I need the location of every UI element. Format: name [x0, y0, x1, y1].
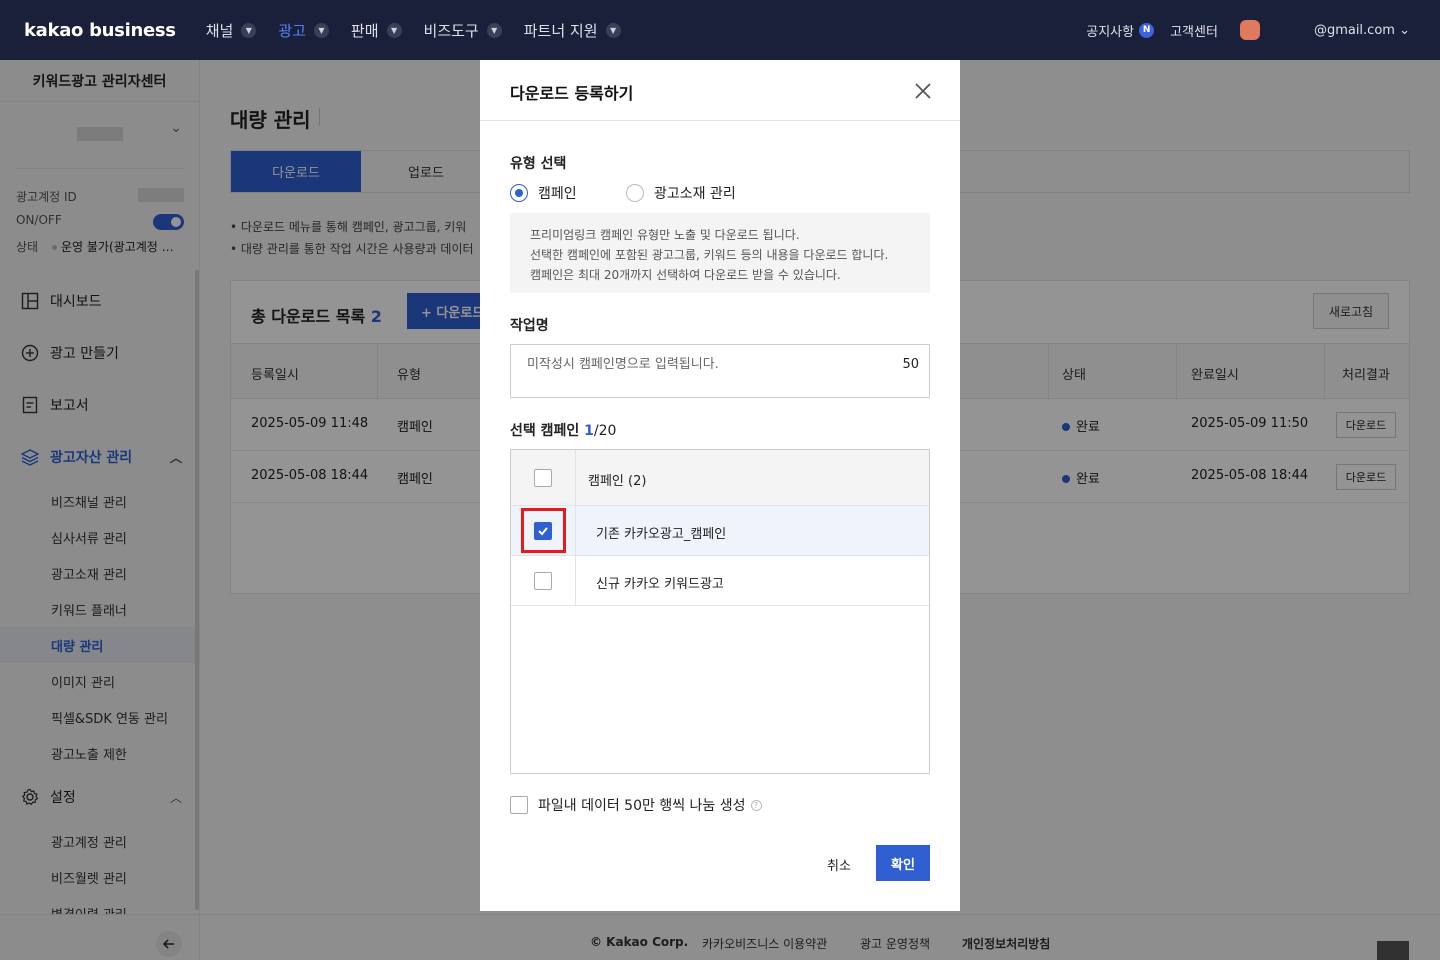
- modal-title: 다운로드 등록하기: [510, 84, 634, 103]
- notice-link[interactable]: 공지사항 N: [1086, 21, 1155, 40]
- chevron-down-icon: ▼: [313, 22, 329, 38]
- chevron-down-icon: ▼: [241, 22, 257, 38]
- chevron-down-icon: ▼: [605, 22, 621, 38]
- job-name-input[interactable]: 미작성시 캠페인명으로 입력됩니다. 50: [510, 344, 930, 398]
- nav-item-sales[interactable]: 판매 ▼: [351, 20, 402, 41]
- campaign-checkbox[interactable]: [534, 522, 552, 540]
- chevron-down-icon: ▼: [486, 22, 502, 38]
- chevron-down-icon: ▼: [386, 22, 402, 38]
- list-item[interactable]: 기존 카카오광고_캠페인: [511, 506, 929, 556]
- check-icon: [538, 527, 548, 536]
- type-label: 유형 선택: [510, 156, 567, 172]
- selected-campaigns-label: 선택 캠페인 1/20: [510, 423, 617, 439]
- job-name-placeholder: 미작성시 캠페인명으로 입력됩니다.: [527, 357, 719, 372]
- help-icon[interactable]: ?: [750, 799, 762, 811]
- type-info-box: 프리미엄링크 캠페인 유형만 노출 및 다운로드 됩니다. 선택한 캠페인에 포…: [510, 213, 930, 293]
- type-radio-creative[interactable]: 광고소재 관리: [626, 183, 736, 203]
- top-nav: kakao business 채널 ▼ 광고 ▼ 판매 ▼ 비즈도구 ▼ 파트너 지원 ▼…: [0, 0, 1440, 60]
- global-nav: 채널 ▼ 광고 ▼ 판매 ▼ 비즈도구 ▼ 파트너 지원 ▼: [206, 20, 643, 41]
- campaign-header-label: 캠페인 (2): [588, 474, 647, 489]
- confirm-button[interactable]: 확인: [876, 845, 930, 881]
- char-limit: 50: [902, 357, 919, 372]
- nav-item-ads[interactable]: 광고 ▼: [278, 20, 329, 41]
- split-file-checkbox[interactable]: [510, 796, 528, 814]
- type-radio-campaign[interactable]: 캠페인: [510, 183, 577, 203]
- job-name-label: 작업명: [510, 318, 549, 334]
- modal-header: 다운로드 등록하기: [480, 60, 960, 121]
- campaign-list: 캠페인 (2) 기존 카카오광고_캠페인 신규 카카오 키워드광고: [510, 449, 930, 774]
- radio-unselected: [626, 184, 644, 202]
- divider: [575, 450, 576, 606]
- close-icon[interactable]: [914, 82, 932, 100]
- select-all-checkbox[interactable]: [534, 469, 552, 487]
- download-register-modal: 다운로드 등록하기 유형 선택 캠페인 광고소재 관리 프리미엄링크 캠페인 유…: [480, 60, 960, 911]
- nav-item-partner-support[interactable]: 파트너 지원 ▼: [524, 20, 621, 41]
- campaign-list-header: 캠페인 (2): [511, 450, 929, 506]
- radio-selected: [510, 184, 528, 202]
- split-file-option[interactable]: 파일내 데이터 50만 행씩 나눔 생성 ?: [510, 795, 762, 815]
- account-email-dropdown[interactable]: @gmail.com ⌄: [1314, 23, 1410, 38]
- new-badge: N: [1139, 22, 1155, 38]
- kakao-business-logo[interactable]: kakao business: [24, 20, 176, 41]
- nav-right: 공지사항 N 고객센터 @gmail.com ⌄: [1086, 0, 1440, 60]
- avatar[interactable]: [1239, 20, 1260, 40]
- list-item[interactable]: 신규 카카오 키워드광고: [511, 556, 929, 606]
- chevron-down-icon: ⌄: [1399, 22, 1410, 38]
- nav-item-biz-tools[interactable]: 비즈도구 ▼: [424, 20, 502, 41]
- nav-item-channel[interactable]: 채널 ▼: [206, 20, 257, 41]
- support-link[interactable]: 고객센터: [1170, 21, 1218, 40]
- cancel-button[interactable]: 취소: [818, 846, 860, 882]
- campaign-checkbox[interactable]: [534, 572, 552, 590]
